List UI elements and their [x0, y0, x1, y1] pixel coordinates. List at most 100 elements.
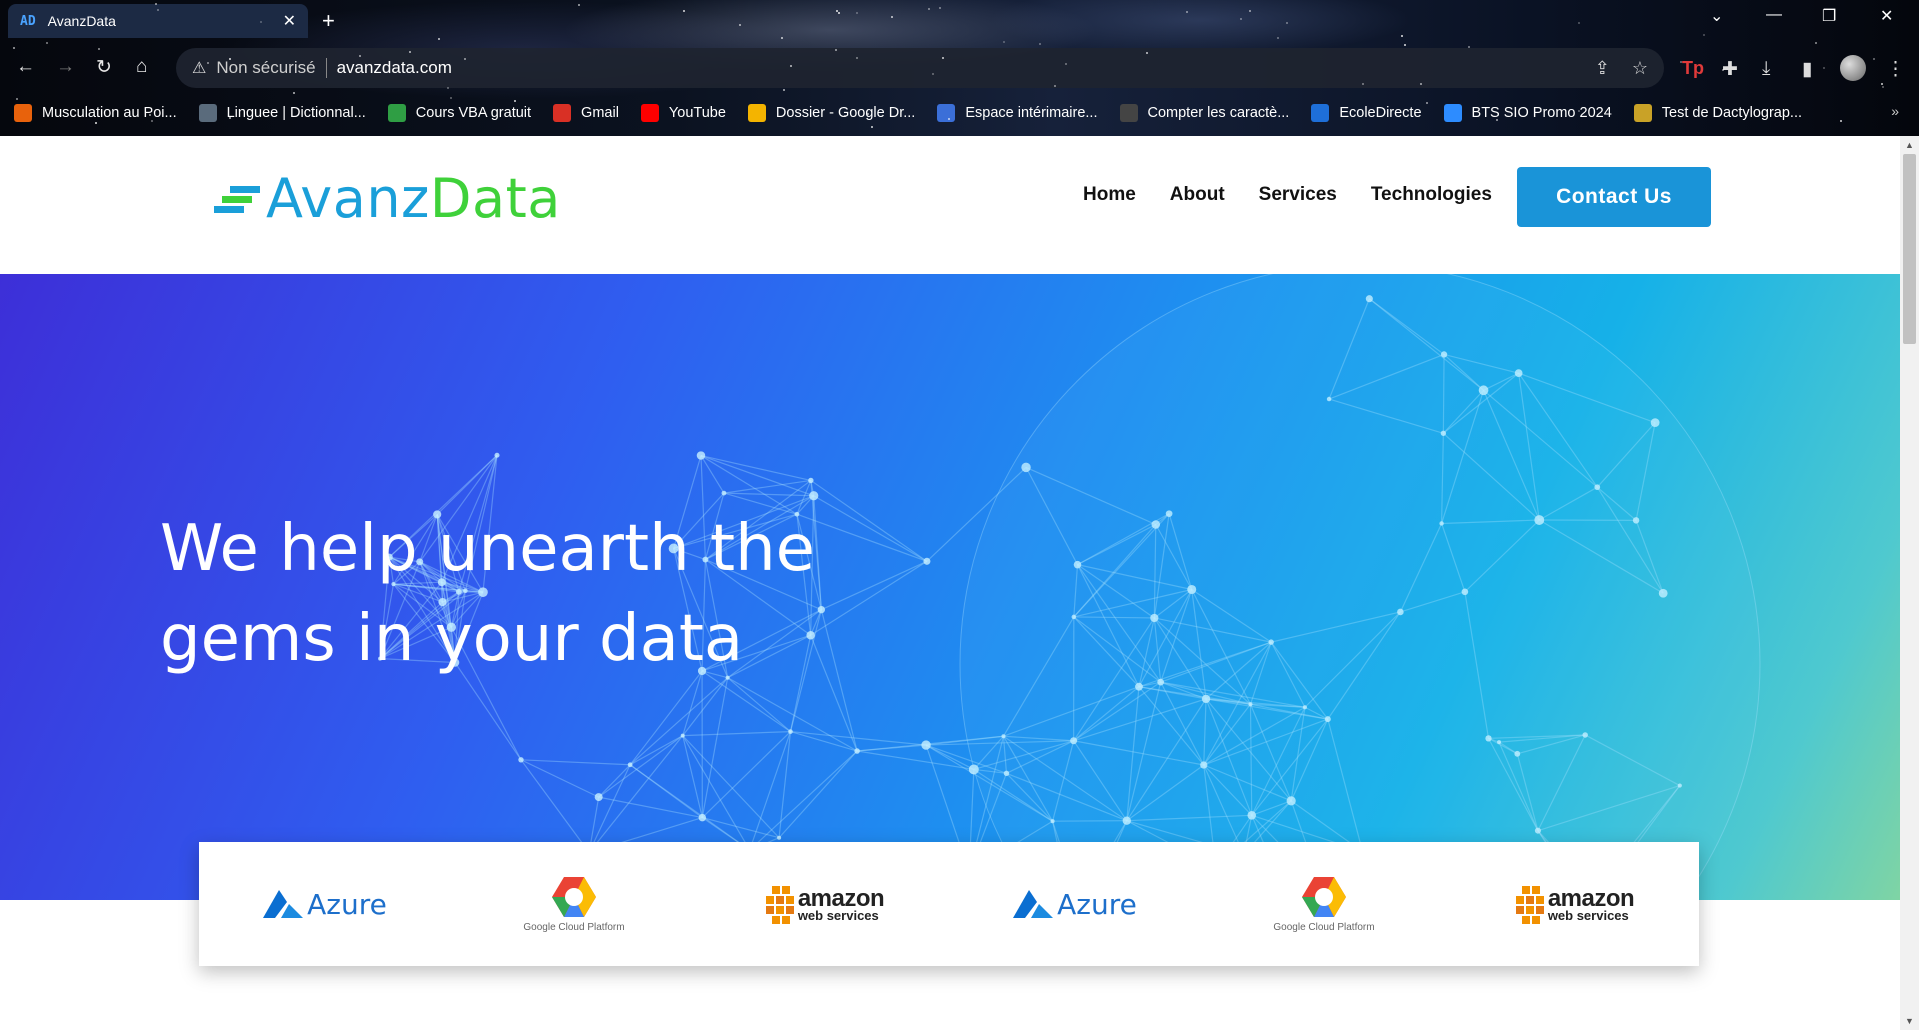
vba-icon — [387, 104, 406, 122]
site-logo[interactable]: AvanzData — [214, 166, 561, 230]
bookmark-label: Espace intérimaire... — [965, 105, 1098, 121]
share-icon[interactable]: ⇪ — [1595, 58, 1610, 79]
bookmark-item[interactable]: EcoleDirecte — [1311, 104, 1422, 122]
new-tab-icon[interactable]: + — [322, 8, 335, 34]
browser-chrome: AD AvanzData ✕ + ⌄ — ❐ ✕ ← → ↻ ⌂ ⚠ Non s… — [0, 0, 1919, 136]
page-icon — [937, 104, 956, 122]
partner-logo: Google Cloud Platform — [1199, 875, 1449, 933]
bookmark-item[interactable]: Gmail — [553, 104, 619, 122]
bookmarks-bar: Musculation au Poi... Linguee | Dictionna… — [0, 100, 1919, 126]
nav-about[interactable]: About — [1170, 184, 1225, 206]
bts-icon — [1443, 104, 1462, 122]
partner-logo: amazon web services — [1449, 884, 1699, 924]
bookmark-item[interactable]: YouTube — [640, 104, 726, 122]
bookmark-item[interactable]: Linguee | Dictionnal... — [198, 104, 366, 122]
aws-label: amazon — [1547, 884, 1635, 912]
partner-logos-strip: Azure Google Cloud Platform amazon web s… — [199, 842, 1699, 966]
logo-text: AvanzData — [266, 167, 561, 230]
extension-tp-icon[interactable]: Tp — [1682, 58, 1704, 79]
azure-logo: Azure — [261, 888, 387, 921]
web-page: AvanzData Home About Services Technologi… — [0, 136, 1900, 1030]
bookmark-item[interactable]: Musculation au Poi... — [14, 104, 177, 122]
scroll-thumb[interactable] — [1903, 154, 1916, 344]
tab-favicon-icon: AD — [20, 13, 36, 29]
bookmark-label: BTS SIO Promo 2024 — [1471, 105, 1612, 121]
profile-avatar[interactable] — [1840, 55, 1866, 81]
bookmark-label: Dossier - Google Dr... — [775, 105, 916, 121]
scroll-down-icon[interactable]: ▼ — [1905, 1016, 1914, 1026]
aws-logo: amazon web services — [1514, 884, 1635, 924]
typing-icon — [1633, 104, 1652, 122]
site-header: AvanzData Home About Services Technologi… — [0, 136, 1900, 274]
azure-icon — [1013, 890, 1054, 918]
bookmark-label: Compter les caractè... — [1147, 105, 1290, 121]
home-icon[interactable]: ⌂ — [136, 56, 147, 78]
gcp-label: Google Cloud Platform — [523, 922, 625, 933]
close-tab-icon[interactable]: ✕ — [283, 11, 296, 31]
page-scrollbar[interactable]: ▲ ▼ — [1900, 136, 1919, 1030]
partner-logo: Azure — [949, 888, 1199, 921]
c-icon — [1119, 104, 1138, 122]
side-panel-icon[interactable]: ▮ — [1802, 58, 1812, 81]
partner-logo: amazon web services — [699, 884, 949, 924]
extensions-icon[interactable]: ✚ — [1722, 58, 1738, 81]
linguee-icon — [198, 104, 217, 122]
bookmark-label: EcoleDirecte — [1339, 105, 1422, 121]
azure-label: Azure — [1057, 887, 1137, 921]
restore-icon[interactable]: ❐ — [1822, 6, 1836, 26]
bookmark-label: Linguee | Dictionnal... — [226, 105, 366, 121]
partner-logo: Google Cloud Platform — [449, 875, 699, 933]
download-icon[interactable]: ⤓ — [1762, 58, 1770, 80]
azure-label: Azure — [307, 887, 387, 921]
bookmark-label: Cours VBA gratuit — [415, 105, 532, 121]
close-window-icon[interactable]: ✕ — [1880, 6, 1893, 26]
main-nav: Home About Services Technologies — [1083, 184, 1526, 206]
security-status[interactable]: Non sécurisé — [216, 58, 315, 78]
bookmark-label: Gmail — [581, 105, 619, 121]
aws-sublabel: web services — [1547, 907, 1629, 923]
reload-icon[interactable]: ↻ — [96, 56, 112, 79]
tab-search-icon[interactable]: ⌄ — [1710, 6, 1723, 26]
bookmark-item[interactable]: Cours VBA gratuit — [387, 104, 532, 122]
back-icon[interactable]: ← — [16, 56, 35, 78]
logo-text-part1: Avanz — [266, 166, 430, 230]
aws-sublabel: web services — [797, 907, 879, 923]
more-bookmarks-icon[interactable]: » — [1891, 103, 1899, 119]
azure-logo: Azure — [1011, 888, 1137, 921]
divider — [325, 58, 327, 78]
bookmark-label: Test de Dactylograp... — [1661, 105, 1803, 121]
address-bar[interactable]: ⚠ Non sécurisé avanzdata.com ⇪ ☆ — [176, 48, 1664, 88]
contact-us-button[interactable]: Contact Us — [1517, 167, 1711, 227]
warning-icon[interactable]: ⚠ — [192, 58, 206, 78]
toolbar: ← → ↻ ⌂ ⚠ Non sécurisé avanzdata.com ⇪ ☆… — [0, 46, 1919, 90]
aws-label: amazon — [797, 884, 885, 912]
bookmark-item[interactable]: BTS SIO Promo 2024 — [1443, 104, 1612, 122]
muscle-icon — [14, 104, 32, 122]
bookmark-star-icon[interactable]: ☆ — [1632, 58, 1648, 79]
nav-home[interactable]: Home — [1083, 184, 1136, 206]
ecole-icon — [1311, 104, 1330, 122]
aws-logo: amazon web services — [764, 884, 885, 924]
gmail-icon — [553, 104, 572, 122]
nav-services[interactable]: Services — [1259, 184, 1337, 206]
hero-title: We help unearth the gems in your data — [160, 512, 815, 676]
nav-technologies[interactable]: Technologies — [1371, 184, 1492, 206]
azure-icon — [263, 890, 304, 918]
bookmark-item[interactable]: Espace intérimaire... — [937, 104, 1098, 122]
bookmark-item[interactable]: Compter les caractè... — [1119, 104, 1290, 122]
gcp-logo: Google Cloud Platform — [523, 875, 625, 933]
logo-mark-icon — [214, 178, 260, 218]
bookmark-item[interactable]: Dossier - Google Dr... — [747, 104, 916, 122]
aws-boxes-icon — [765, 886, 794, 924]
aws-boxes-icon — [1515, 886, 1544, 924]
minimize-icon[interactable]: — — [1766, 6, 1782, 24]
bookmark-item[interactable]: Test de Dactylograp... — [1633, 104, 1803, 122]
url-text[interactable]: avanzdata.com — [337, 58, 1573, 78]
forward-icon[interactable]: → — [56, 56, 75, 78]
hero-section: We help unearth the gems in your data — [0, 274, 1900, 900]
gcp-logo: Google Cloud Platform — [1273, 875, 1375, 933]
gcp-label: Google Cloud Platform — [1273, 922, 1375, 933]
bookmark-label: YouTube — [668, 105, 726, 121]
menu-icon[interactable]: ⋮ — [1886, 58, 1905, 81]
scroll-up-icon[interactable]: ▲ — [1905, 140, 1914, 150]
